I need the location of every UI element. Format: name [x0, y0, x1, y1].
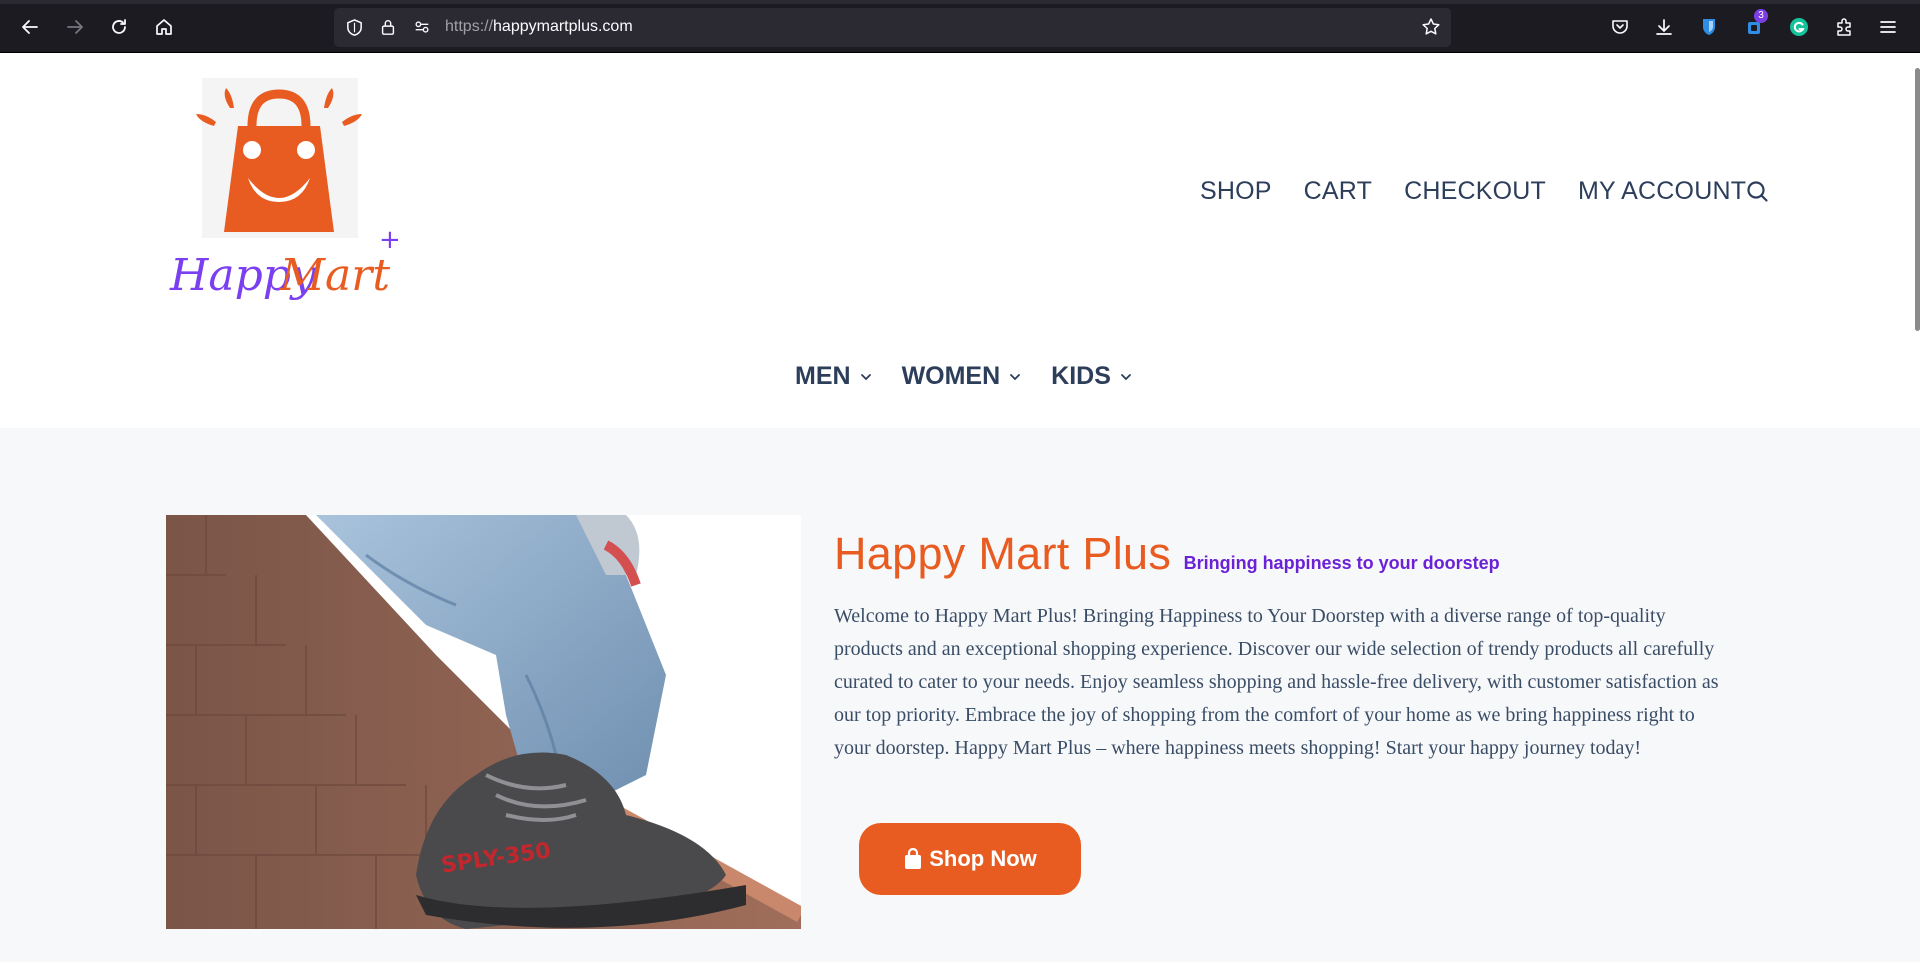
logo-word-mart: Mart	[279, 250, 390, 301]
lock-icon[interactable]	[378, 17, 398, 37]
nav-shop[interactable]: SHOP	[1200, 177, 1272, 206]
hero-heading: Happy Mart Plus Bringing happiness to yo…	[834, 528, 1500, 580]
page-scrollbar[interactable]	[1915, 68, 1920, 331]
url-text[interactable]: https://happymartplus.com	[445, 18, 633, 36]
url-host: happymartplus.com	[493, 18, 633, 35]
downloads-icon[interactable]	[1652, 15, 1676, 39]
main-navigation: SHOP CART CHECKOUT MY ACCOUNT	[1200, 177, 1778, 206]
extensions-puzzle-icon[interactable]	[1832, 15, 1856, 39]
nav-my-account[interactable]: MY ACCOUNT	[1578, 177, 1746, 206]
url-scheme: https://	[445, 18, 494, 35]
extension-badge: 3	[1754, 9, 1768, 23]
extension-notification-icon[interactable]: 3	[1742, 9, 1768, 39]
reload-button[interactable]	[103, 11, 135, 43]
category-men-label: MEN	[795, 362, 851, 390]
tab-strip-edge	[0, 0, 1920, 4]
category-kids-label: KIDS	[1051, 362, 1111, 390]
hero-title: Happy Mart Plus	[834, 528, 1172, 579]
category-kids[interactable]: KIDS	[1051, 362, 1132, 391]
hero-description: Welcome to Happy Mart Plus! Bringing Hap…	[834, 605, 1719, 759]
forward-arrow-icon	[67, 20, 83, 34]
menu-hamburger-icon[interactable]	[1876, 15, 1900, 39]
nav-cart[interactable]: CART	[1304, 177, 1372, 206]
happy-mart-logo-image: Happy Mart +	[169, 78, 401, 301]
site-permissions-icon[interactable]	[412, 17, 432, 37]
browser-toolbar: https://happymartplus.com 3	[0, 0, 1920, 53]
back-arrow-icon	[22, 20, 38, 34]
site-logo[interactable]: Happy Mart +	[168, 78, 403, 318]
chevron-down-icon	[1121, 373, 1131, 380]
search-button[interactable]	[1745, 179, 1771, 205]
shop-now-label: Shop Now	[929, 846, 1037, 871]
home-button[interactable]	[148, 11, 180, 43]
back-button[interactable]	[14, 11, 46, 43]
grammarly-icon[interactable]	[1787, 15, 1811, 39]
chevron-down-icon	[860, 373, 871, 380]
nav-checkout[interactable]: CHECKOUT	[1404, 177, 1546, 206]
category-navigation: MEN WOMEN KIDS	[795, 362, 1162, 391]
forward-button[interactable]	[59, 11, 91, 43]
shopping-bag-icon	[905, 848, 922, 869]
home-icon	[156, 19, 172, 35]
pocket-icon[interactable]	[1608, 15, 1632, 39]
hero-tagline: Bringing happiness to your doorstep	[1183, 553, 1500, 573]
bookmark-star-icon[interactable]	[1421, 17, 1441, 37]
chevron-down-icon	[1010, 373, 1021, 380]
category-men[interactable]: MEN	[795, 362, 872, 391]
bitwarden-shield-icon[interactable]	[1697, 15, 1721, 39]
shop-now-button[interactable]: Shop Now	[859, 823, 1081, 895]
search-icon	[1747, 181, 1768, 202]
address-bar[interactable]: https://happymartplus.com	[334, 8, 1451, 47]
tracking-protection-icon[interactable]	[344, 17, 364, 37]
category-women-label: WOMEN	[901, 362, 1001, 390]
reload-icon	[112, 19, 126, 34]
hero-sneaker-image: SPLY-350	[166, 515, 801, 929]
logo-plus: +	[379, 225, 401, 255]
category-women[interactable]: WOMEN	[902, 362, 1022, 391]
page-viewport: Happy Mart + SHOP CART CHECKOUT MY ACCOU…	[0, 53, 1920, 962]
hero-section: SPLY-350 Happy Mart Plus Bringing happin…	[0, 428, 1920, 962]
